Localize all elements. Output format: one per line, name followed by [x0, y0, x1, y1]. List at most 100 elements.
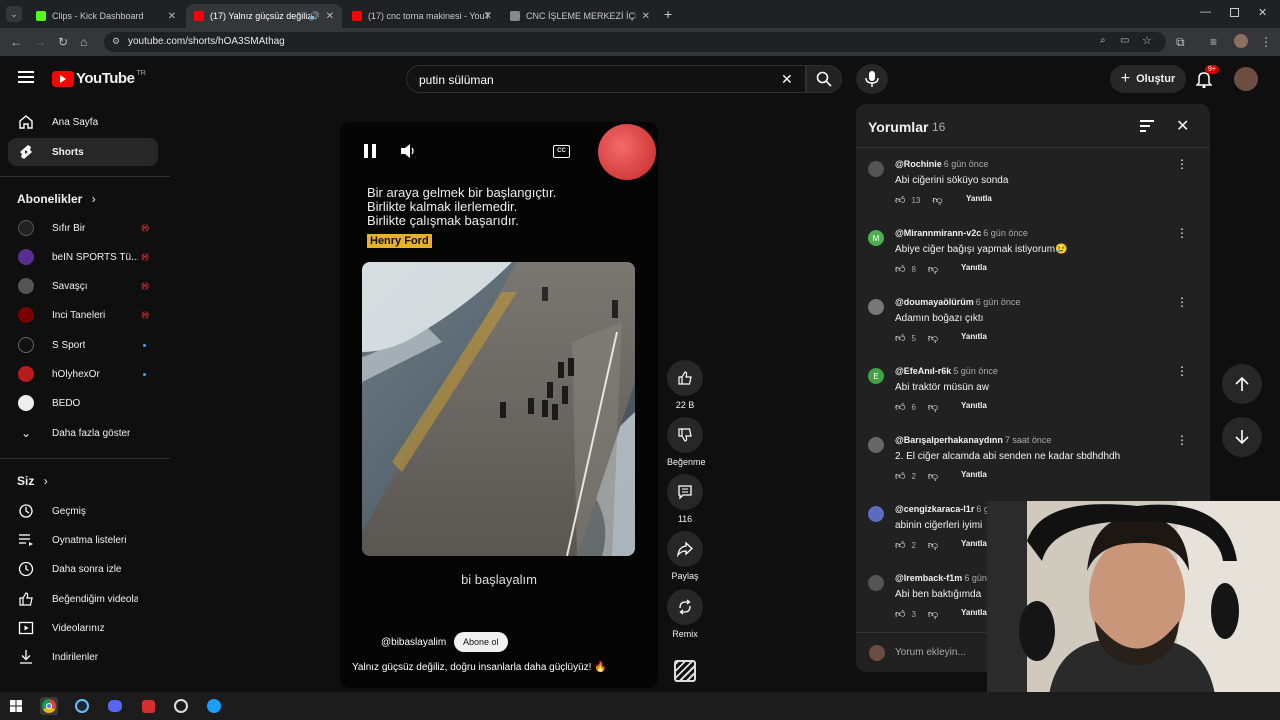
- sidebar-item-holyhexor[interactable]: hOlyhexOr: [8, 360, 158, 388]
- app-red-icon[interactable]: [139, 697, 157, 715]
- sidebar-item-liked-videos[interactable]: Beğendiğim videolar: [8, 585, 158, 613]
- search-query[interactable]: putin sülüman: [419, 73, 494, 87]
- clear-search-icon[interactable]: ✕: [781, 71, 793, 88]
- sidebar-item-shorts[interactable]: Shorts: [8, 138, 158, 166]
- sidebar-item-savasci[interactable]: Savaşçı ((•)): [8, 272, 158, 300]
- thumbs-up-icon[interactable]: 👍︎: [895, 194, 905, 206]
- discord-icon[interactable]: [106, 697, 124, 715]
- comment-more-icon[interactable]: ⋮: [1176, 434, 1188, 446]
- video-frame[interactable]: [362, 262, 635, 556]
- commenter-avatar[interactable]: [868, 506, 884, 522]
- reply-button[interactable]: Yanıtla: [961, 263, 987, 272]
- youtube-logo[interactable]: YouTube TR: [52, 70, 146, 87]
- thumbs-up-icon[interactable]: 👍︎: [895, 608, 905, 620]
- account-avatar[interactable]: [1234, 67, 1258, 91]
- new-tab-icon[interactable]: +: [664, 6, 672, 22]
- subscribe-button[interactable]: Abone ol: [454, 632, 508, 652]
- comments-button[interactable]: [667, 474, 703, 510]
- shorts-player[interactable]: CC ⋮ Bir araya gelmek bir başlangıçtır. …: [340, 122, 658, 688]
- address-bar[interactable]: ⚙ youtube.com/shorts/hOA3SMAthag ⌕ ▭ ☆: [104, 32, 1166, 52]
- sort-icon[interactable]: [1140, 120, 1154, 132]
- next-short-button[interactable]: [1222, 417, 1262, 457]
- commenter-avatar[interactable]: [868, 299, 884, 315]
- reply-button[interactable]: Yanıtla: [961, 608, 987, 617]
- thumbs-up-icon[interactable]: 👍︎: [895, 263, 905, 275]
- browser-tab-cnc-center[interactable]: CNC İŞLEME MERKEZİ İÇİN G V ✕: [502, 4, 658, 28]
- like-button[interactable]: [667, 360, 703, 396]
- reply-button[interactable]: Yanıtla: [961, 539, 987, 548]
- share-button[interactable]: [667, 531, 703, 567]
- steam-icon[interactable]: [73, 697, 91, 715]
- pause-icon[interactable]: [364, 144, 376, 158]
- sidebar-item-downloads[interactable]: İndirilenler: [8, 643, 158, 671]
- sidebar-item-history[interactable]: Geçmiş: [8, 497, 158, 525]
- cast-icon[interactable]: ▭: [1120, 35, 1129, 46]
- window-close-icon[interactable]: ✕: [1258, 6, 1267, 19]
- browser-tab-kick[interactable]: Clips - Kick Dashboard ✕: [28, 4, 184, 28]
- comment-author[interactable]: @doumayaölürüm: [895, 297, 974, 307]
- browser-tab-short[interactable]: (17) Yalnız güçsüz değiliz, d 🔊 ✕: [186, 4, 342, 28]
- sidebar-item-inci-taneleri[interactable]: İnci Taneleri ((•)): [8, 301, 158, 329]
- comment-more-icon[interactable]: ⋮: [1176, 365, 1188, 377]
- site-info-icon[interactable]: ⚙: [112, 36, 120, 47]
- commenter-avatar[interactable]: [868, 161, 884, 177]
- comment-more-icon[interactable]: ⋮: [1176, 296, 1188, 308]
- commenter-avatar[interactable]: [868, 575, 884, 591]
- sidebar-item-watch-later[interactable]: Daha sonra izle: [8, 555, 158, 583]
- thumbs-down-icon[interactable]: 👎︎: [928, 401, 938, 413]
- thumbs-down-icon[interactable]: 👎︎: [928, 608, 938, 620]
- thumbs-up-icon[interactable]: 👍︎: [895, 332, 905, 344]
- thumbs-up-icon[interactable]: 👍︎: [895, 470, 905, 482]
- comment-author[interactable]: @cengizkaraca-l1r: [895, 504, 974, 514]
- zoom-icon[interactable]: ⌕: [1100, 35, 1106, 46]
- comment-author[interactable]: @Mirannmirann-v2c: [895, 228, 981, 238]
- reply-button[interactable]: Yanıtla: [961, 470, 987, 479]
- thumbs-down-icon[interactable]: 👎︎: [928, 539, 938, 551]
- close-icon[interactable]: ✕: [642, 11, 650, 22]
- maximize-icon[interactable]: [1230, 8, 1239, 17]
- comment-author[interactable]: @Rochinie: [895, 159, 942, 169]
- sidebar-item-bedo[interactable]: BEDO: [8, 389, 158, 417]
- close-icon[interactable]: ✕: [168, 11, 176, 22]
- thumbs-up-icon[interactable]: 👍︎: [895, 539, 905, 551]
- add-comment-input[interactable]: Yorum ekleyin...: [895, 647, 966, 658]
- subscriptions-heading[interactable]: Abonelikler ›: [17, 192, 96, 206]
- close-icon[interactable]: ✕: [484, 11, 492, 22]
- hamburger-menu-icon[interactable]: [18, 71, 34, 83]
- search-button[interactable]: [806, 65, 842, 93]
- bookmark-star-icon[interactable]: ☆: [1142, 34, 1152, 47]
- thumbs-down-icon[interactable]: 👎︎: [932, 194, 942, 206]
- obs-icon[interactable]: [172, 697, 190, 715]
- you-heading[interactable]: Siz ›: [17, 474, 48, 488]
- extensions-icon[interactable]: ⧉: [1176, 35, 1185, 49]
- speaker-icon[interactable]: 🔊: [309, 11, 320, 22]
- previous-short-button[interactable]: [1222, 364, 1262, 404]
- close-comments-icon[interactable]: ✕: [1176, 116, 1189, 136]
- chrome-icon[interactable]: [40, 697, 58, 715]
- tab-list-chevron-icon[interactable]: ⌄: [6, 6, 22, 22]
- volume-icon[interactable]: [400, 144, 416, 158]
- reply-button[interactable]: Yanıtla: [961, 401, 987, 410]
- commenter-avatar[interactable]: M: [868, 230, 884, 246]
- thumbs-down-icon[interactable]: 👎︎: [928, 332, 938, 344]
- home-icon[interactable]: ⌂: [80, 35, 87, 49]
- short-title[interactable]: Yalnız güçsüz değiliz, doğru insanlarla …: [352, 662, 607, 673]
- windows-start-icon[interactable]: [7, 697, 25, 715]
- sidebar-item-bein-sports[interactable]: beIN SPORTS Tü... ((•)): [8, 243, 158, 271]
- comment-author[interactable]: @EfeAnıl-r6k: [895, 366, 951, 376]
- reply-button[interactable]: Yanıtla: [961, 332, 987, 341]
- menu-icon[interactable]: ⋮: [1260, 35, 1272, 49]
- search-input[interactable]: putin sülüman ✕: [406, 65, 806, 93]
- steam-client-icon[interactable]: [205, 697, 223, 715]
- comment-more-icon[interactable]: ⋮: [1176, 227, 1188, 239]
- commenter-avatar[interactable]: E: [868, 368, 884, 384]
- notifications-button[interactable]: 9+: [1195, 65, 1219, 89]
- create-button[interactable]: + Oluştur: [1110, 65, 1186, 93]
- forward-icon[interactable]: →: [34, 35, 46, 49]
- sidebar-item-your-videos[interactable]: Videolarınız: [8, 614, 158, 642]
- profile-avatar[interactable]: [1234, 34, 1248, 48]
- url-text[interactable]: youtube.com/shorts/hOA3SMAthag: [128, 36, 285, 47]
- comment-author[interactable]: @Barışalperhakanaydınn: [895, 435, 1003, 445]
- channel-thumbnail[interactable]: [674, 660, 696, 682]
- reply-button[interactable]: Yanıtla: [966, 194, 992, 203]
